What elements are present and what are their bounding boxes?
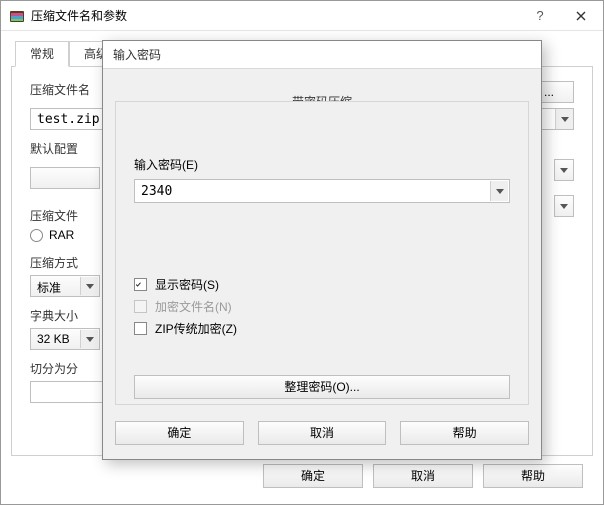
format-label: 压缩文件 (30, 207, 110, 224)
method-label: 压缩方式 (30, 254, 110, 271)
main-ok-label: 确定 (301, 469, 325, 483)
encrypt-filenames-checkbox (134, 300, 147, 313)
password-value: 2340 (141, 184, 172, 199)
filename-dropdown-icon[interactable] (555, 109, 573, 129)
dict-combo[interactable]: 32 KB (30, 328, 100, 350)
tab-general-label: 常规 (30, 47, 54, 61)
organize-passwords-button[interactable]: 整理密码(O)... (134, 375, 510, 399)
filename-label: 压缩文件名 (30, 81, 90, 98)
password-cancel-label: 取消 (310, 426, 334, 440)
main-cancel-button[interactable]: 取消 (373, 464, 473, 488)
browse-button-label: ... (544, 85, 554, 99)
show-password-checkbox[interactable] (134, 278, 147, 291)
default-profile-combo[interactable] (30, 167, 100, 189)
main-buttons: 确定 取消 帮助 (1, 464, 603, 494)
zip-legacy-label: ZIP传统加密(Z) (155, 320, 237, 337)
password-group-box: 输入密码(E) 2340 显示密码(S) 加密文件名(N) (115, 101, 529, 405)
password-dialog-title: 输入密码 (103, 41, 541, 69)
encrypt-filenames-label: 加密文件名(N) (155, 298, 232, 315)
password-dialog-buttons: 确定 取消 帮助 (115, 421, 529, 447)
password-dialog-body: 带密码压缩 输入密码(E) 2340 显示密码(S) 加密文件名(N) (115, 77, 529, 409)
password-dialog: 输入密码 带密码压缩 输入密码(E) 2340 显示密码(S) 加密文件名(N) (102, 40, 542, 460)
main-help-button[interactable]: 帮助 (483, 464, 583, 488)
tab-general[interactable]: 常规 (15, 41, 69, 67)
close-icon[interactable] (558, 1, 603, 30)
dict-label: 字典大小 (30, 307, 110, 324)
password-cancel-button[interactable]: 取消 (258, 421, 387, 445)
winrar-icon (9, 8, 25, 24)
password-input[interactable]: 2340 (134, 179, 510, 203)
dict-value: 32 KB (37, 332, 70, 346)
password-help-label: 帮助 (453, 426, 477, 440)
method-value: 标准 (37, 279, 61, 296)
show-password-label: 显示密码(S) (155, 276, 219, 293)
method-combo[interactable]: 标准 (30, 275, 100, 297)
main-ok-button[interactable]: 确定 (263, 464, 363, 488)
organize-passwords-label: 整理密码(O)... (284, 380, 359, 394)
format-radio-rar[interactable] (30, 229, 43, 242)
password-input-label: 输入密码(E) (134, 156, 510, 173)
titlebar: 压缩文件名和参数 ? (1, 1, 603, 31)
right-dropdown-2[interactable] (554, 195, 574, 217)
password-options: 显示密码(S) 加密文件名(N) ZIP传统加密(Z) (134, 273, 510, 339)
password-ok-button[interactable]: 确定 (115, 421, 244, 445)
main-cancel-label: 取消 (411, 469, 435, 483)
main-help-label: 帮助 (521, 469, 545, 483)
password-dropdown-icon[interactable] (490, 181, 508, 201)
password-help-button[interactable]: 帮助 (400, 421, 529, 445)
zip-legacy-checkbox[interactable] (134, 322, 147, 335)
default-profile-label: 默认配置 (30, 140, 90, 157)
window-title: 压缩文件名和参数 (31, 7, 522, 24)
right-dropdown-1[interactable] (554, 159, 574, 181)
help-button-icon[interactable]: ? (522, 1, 558, 30)
format-radio-rar-label: RAR (49, 228, 74, 242)
password-ok-label: 确定 (167, 426, 191, 440)
